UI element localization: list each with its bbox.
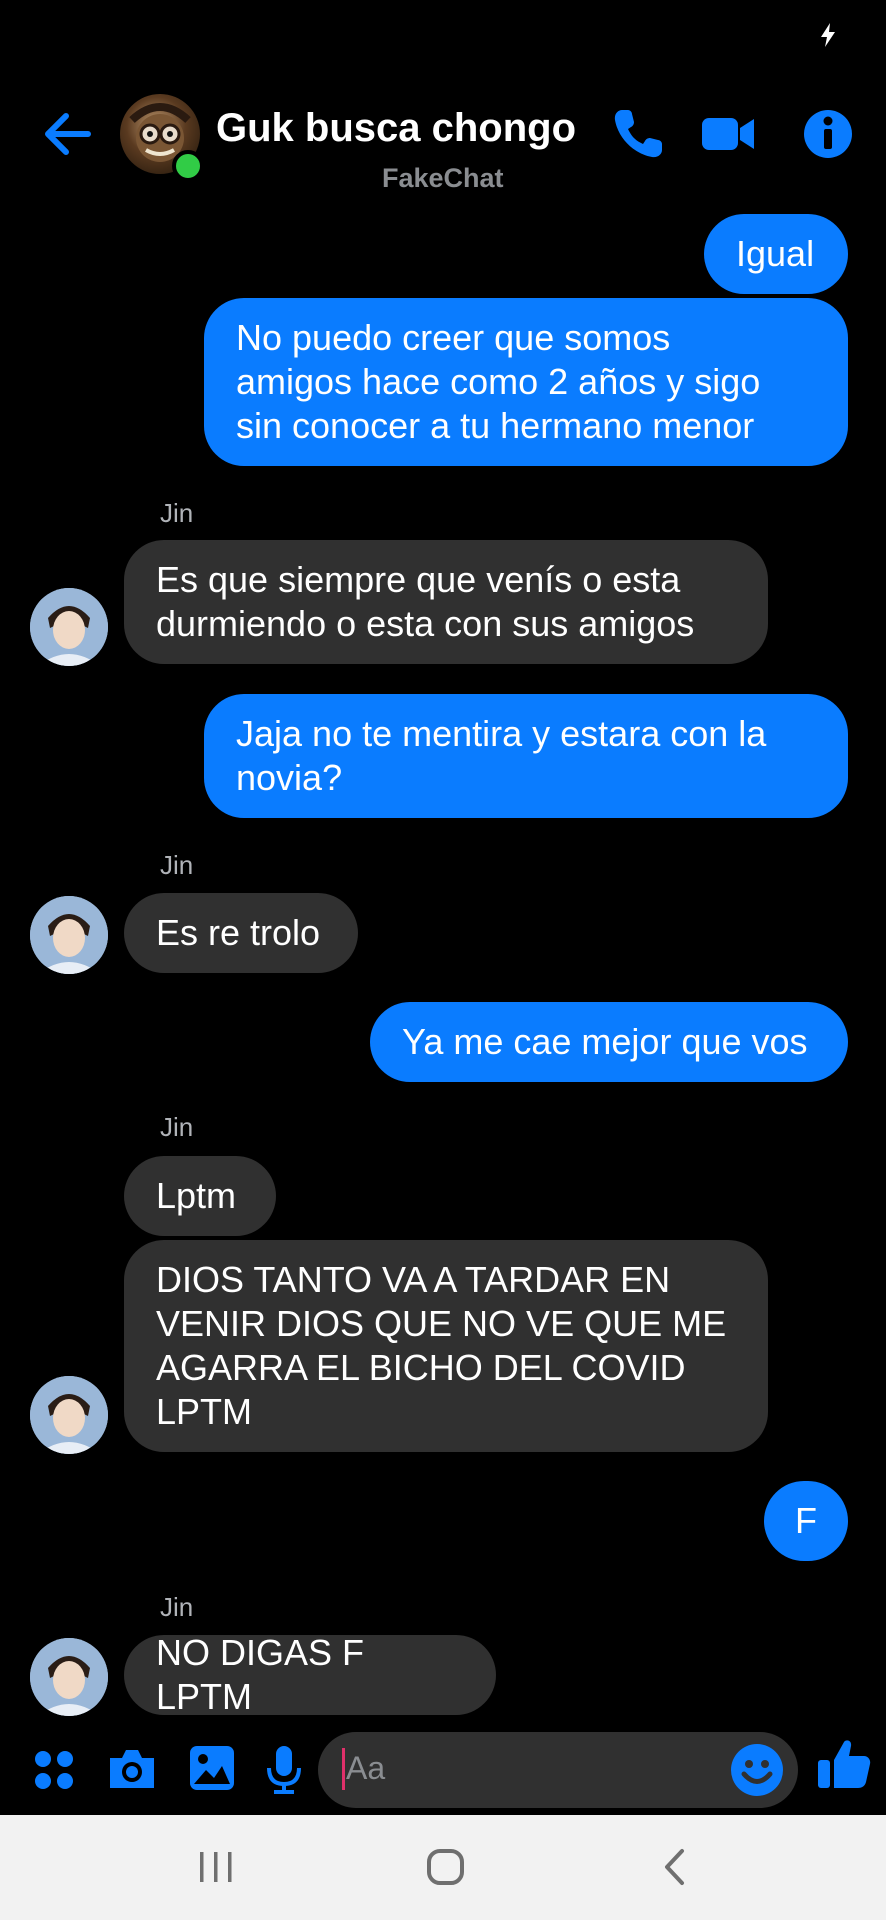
message-text: Ya me cae mejor que vos bbox=[402, 1021, 808, 1062]
sender-name: Jin bbox=[160, 1112, 194, 1142]
message-bubble-outgoing[interactable]: F bbox=[764, 1481, 848, 1561]
message-text: F bbox=[795, 1500, 817, 1541]
gallery-icon[interactable] bbox=[188, 1744, 236, 1792]
message-bubble-outgoing[interactable]: No puedo creer que somos amigos hace com… bbox=[204, 298, 848, 466]
message-text: Es que siempre que venís o esta durmiend… bbox=[156, 559, 695, 644]
video-camera-icon[interactable] bbox=[698, 104, 758, 164]
message-bubble-incoming[interactable]: Lptm bbox=[124, 1156, 276, 1236]
message-text: No puedo creer que somos amigos hace com… bbox=[236, 317, 761, 446]
avatar[interactable] bbox=[30, 1638, 108, 1716]
microphone-icon[interactable] bbox=[264, 1744, 304, 1796]
message-text: Jaja no te mentira y estara con la novia… bbox=[236, 713, 767, 798]
message-bubble-outgoing[interactable]: Jaja no te mentira y estara con la novia… bbox=[204, 694, 848, 818]
avatar[interactable] bbox=[30, 588, 108, 666]
recent-apps-icon[interactable] bbox=[196, 1850, 236, 1884]
sender-name: Jin bbox=[160, 850, 194, 880]
message-text: Es re trolo bbox=[156, 912, 321, 953]
back-icon[interactable] bbox=[660, 1848, 690, 1886]
info-icon[interactable] bbox=[798, 104, 858, 164]
message-text: Lptm bbox=[156, 1175, 237, 1216]
message-bubble-outgoing[interactable]: Igual bbox=[704, 214, 848, 294]
message-text: DIOS TANTO VA A TARDAR EN VENIR DIOS QUE… bbox=[156, 1259, 727, 1432]
avatar[interactable] bbox=[30, 1376, 108, 1454]
message-input-placeholder: Aa bbox=[346, 1750, 386, 1786]
emoji-icon[interactable] bbox=[730, 1743, 784, 1797]
text-cursor bbox=[342, 1748, 345, 1790]
message-text: Igual bbox=[736, 233, 815, 274]
message-bubble-incoming[interactable]: Es que siempre que venís o esta durmiend… bbox=[124, 540, 768, 664]
thumbs-up-icon[interactable] bbox=[816, 1736, 872, 1792]
camera-icon[interactable] bbox=[106, 1744, 158, 1794]
online-status-dot bbox=[172, 150, 204, 182]
home-icon[interactable] bbox=[426, 1848, 466, 1886]
message-input[interactable] bbox=[318, 1732, 798, 1808]
message-bubble-incoming[interactable]: DIOS TANTO VA A TARDAR EN VENIR DIOS QUE… bbox=[124, 1240, 768, 1452]
avatar[interactable] bbox=[30, 896, 108, 974]
message-bubble-incoming[interactable]: NO DIGAS F LPTM bbox=[124, 1632, 496, 1717]
back-arrow-icon[interactable] bbox=[40, 106, 96, 162]
phone-icon[interactable] bbox=[608, 104, 668, 164]
message-bubble-incoming[interactable]: Es re trolo bbox=[124, 893, 358, 973]
message-text: NO DIGAS F LPTM bbox=[156, 1632, 365, 1717]
sender-name: Jin bbox=[160, 498, 194, 528]
apps-icon[interactable] bbox=[32, 1748, 76, 1792]
sender-name: Jin bbox=[160, 1592, 194, 1622]
chat-subtitle: FakeChat bbox=[382, 163, 504, 193]
message-bubble-outgoing[interactable]: Ya me cae mejor que vos bbox=[370, 1002, 848, 1082]
flash-icon bbox=[821, 23, 835, 47]
chat-title[interactable]: Guk busca chongo bbox=[216, 106, 576, 151]
